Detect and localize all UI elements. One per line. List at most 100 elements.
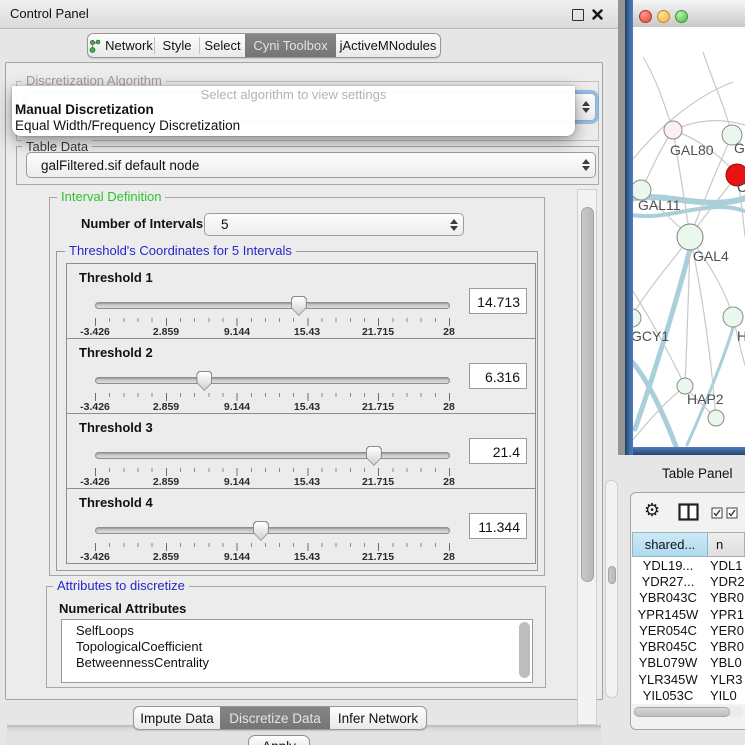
stepper-arrows-icon xyxy=(445,219,463,231)
list-scrollbar[interactable] xyxy=(519,622,530,678)
checkbox-checked-icon xyxy=(726,507,738,519)
checkbox-icons[interactable] xyxy=(711,507,738,519)
panel-scrollbar[interactable] xyxy=(577,189,597,725)
node-label-gcy1: GCY1 xyxy=(633,328,669,344)
split-panel-icon[interactable] xyxy=(678,503,699,521)
slider-thumb[interactable] xyxy=(253,521,269,541)
threshold-2-value-field[interactable]: 6.316 xyxy=(469,363,527,389)
threshold-4-value-field[interactable]: 11.344 xyxy=(469,513,527,539)
slider-track[interactable] xyxy=(95,527,450,534)
window-gap xyxy=(618,0,625,455)
threshold-1-panel: Threshold 1 -3.426 2.859 9.144 15.43 21.… xyxy=(66,263,536,339)
network-graph: GAL80 GA C GAL11 GAL4 GCY1 H HAP2 xyxy=(633,27,745,447)
threshold-1-value-field[interactable]: 14.713 xyxy=(469,288,527,314)
table-data-select[interactable]: galFiltered.sif default node xyxy=(26,152,596,178)
threshold-4-slider[interactable] xyxy=(95,521,450,541)
network-view[interactable]: GAL80 GA C GAL11 GAL4 GCY1 H HAP2 xyxy=(633,27,745,447)
node-label-clipped: H xyxy=(737,328,745,344)
table-row[interactable]: YDL19...YDL1 xyxy=(632,557,745,573)
tab-select[interactable]: Select xyxy=(200,34,245,57)
interval-definition-title: Interval Definition xyxy=(57,190,165,203)
node-gal80[interactable] xyxy=(664,121,682,139)
number-of-intervals-select[interactable]: 5 xyxy=(204,213,464,236)
network-graph-icon xyxy=(89,39,101,53)
algorithm-dropdown-popup: Select algorithm to view settings Manual… xyxy=(12,86,575,136)
tab-cyni-toolbox[interactable]: Cyni Toolbox xyxy=(245,34,336,57)
network-window-titlebar[interactable] xyxy=(633,0,745,28)
table-row[interactable]: YIL053CYIL0 xyxy=(632,687,745,703)
node-gal4[interactable] xyxy=(677,224,703,250)
table-row[interactable]: YBL079WYBL0 xyxy=(632,655,745,671)
stepper-arrows-icon xyxy=(577,101,595,113)
node-label-gal4: GAL4 xyxy=(693,248,729,264)
slider-thumb[interactable] xyxy=(196,371,212,391)
slider-thumb[interactable] xyxy=(366,446,382,466)
dropdown-option-equal-width[interactable]: Equal Width/Frequency Discretization xyxy=(12,118,575,134)
table-horizontal-scrollbar-thumb[interactable] xyxy=(634,707,730,717)
tick-label: 15.43 xyxy=(294,476,320,488)
tick-label: -3.426 xyxy=(80,551,110,563)
tab-style[interactable]: Style xyxy=(155,34,199,57)
slider-track[interactable] xyxy=(95,452,450,459)
tab-network-label: Network xyxy=(105,38,153,53)
tick-label: 15.43 xyxy=(294,326,320,338)
control-panel-titlebar: Control Panel xyxy=(0,0,620,29)
cyni-toolbox-panel: Discretization Algorithm Table Data galF… xyxy=(5,62,603,700)
node-label-hap2: HAP2 xyxy=(687,391,724,407)
number-of-intervals-value: 5 xyxy=(205,217,445,232)
node-label-gal11: GAL11 xyxy=(638,197,681,213)
tick-label: -3.426 xyxy=(80,401,110,413)
numerical-attributes-list[interactable]: SelfLoops TopologicalCoefficient Between… xyxy=(61,619,533,683)
tick-label: 21.715 xyxy=(362,401,394,413)
node-gcy1[interactable] xyxy=(633,309,641,327)
close-icon[interactable] xyxy=(592,9,603,20)
table-row[interactable]: YLR345WYLR3 xyxy=(632,671,745,687)
column-header-shared-name[interactable]: shared... xyxy=(632,532,708,557)
network-window-frame-bottom xyxy=(633,447,745,455)
list-item[interactable]: TopologicalCoefficient xyxy=(76,639,532,655)
outer-scrollbar-thumb[interactable] xyxy=(608,566,616,584)
column-header-name[interactable]: n xyxy=(708,532,745,557)
dropdown-hint-item[interactable]: Select algorithm to view settings xyxy=(12,86,575,102)
numerical-attributes-label: Numerical Attributes xyxy=(59,601,186,616)
threshold-1-label: Threshold 1 xyxy=(79,270,153,285)
node[interactable] xyxy=(708,410,724,426)
minimize-traffic-light[interactable] xyxy=(657,10,670,23)
gear-icon[interactable]: ⚙ xyxy=(644,500,660,521)
table-row[interactable]: YDR27...YDR2 xyxy=(632,573,745,589)
tick-label: 21.715 xyxy=(362,476,394,488)
tab-discretize-data[interactable]: Discretize Data xyxy=(220,707,330,729)
dropdown-option-manual[interactable]: Manual Discretization xyxy=(12,102,575,118)
list-item[interactable]: BetweennessCentrality xyxy=(76,655,532,671)
table-row[interactable]: YBR045CYBR0 xyxy=(632,638,745,654)
threshold-3-slider[interactable] xyxy=(95,446,450,466)
tab-network[interactable]: Network xyxy=(88,34,154,57)
close-traffic-light[interactable] xyxy=(639,10,652,23)
slider-thumb[interactable] xyxy=(291,296,307,316)
table-horizontal-scrollbar[interactable] xyxy=(633,706,743,717)
table-row[interactable]: YER054CYER0 xyxy=(632,622,745,638)
tab-jactivemnodules[interactable]: jActiveMNodules xyxy=(336,34,440,57)
tick-label: 28 xyxy=(443,551,455,563)
threshold-3-value-field[interactable]: 21.4 xyxy=(469,438,527,464)
threshold-2-slider[interactable] xyxy=(95,371,450,391)
panel-scrollbar-thumb[interactable] xyxy=(581,207,594,582)
node[interactable] xyxy=(723,307,743,327)
attributes-group-title: Attributes to discretize xyxy=(53,579,189,592)
outer-scrollbar[interactable] xyxy=(605,480,618,698)
tick-label: 2.859 xyxy=(153,401,179,413)
zoom-traffic-light[interactable] xyxy=(675,10,688,23)
slider-track[interactable] xyxy=(95,302,450,309)
node-table[interactable]: YDL19...YDL1 YDR27...YDR2 YBR043CYBR0 YP… xyxy=(632,557,745,704)
tab-discretize-data-label: Discretize Data xyxy=(229,711,321,726)
tick-label: 28 xyxy=(443,476,455,488)
tab-impute-data[interactable]: Impute Data xyxy=(134,707,220,729)
apply-button[interactable]: Apply xyxy=(248,735,310,745)
threshold-1-slider[interactable] xyxy=(95,296,450,316)
table-row[interactable]: YPR145WYPR1 xyxy=(632,606,745,622)
slider-track[interactable] xyxy=(95,377,450,384)
float-window-icon[interactable] xyxy=(572,9,584,21)
table-row[interactable]: YBR043CYBR0 xyxy=(632,590,745,606)
tab-infer-network[interactable]: Infer Network xyxy=(330,707,426,729)
list-item[interactable]: SelfLoops xyxy=(76,623,532,639)
